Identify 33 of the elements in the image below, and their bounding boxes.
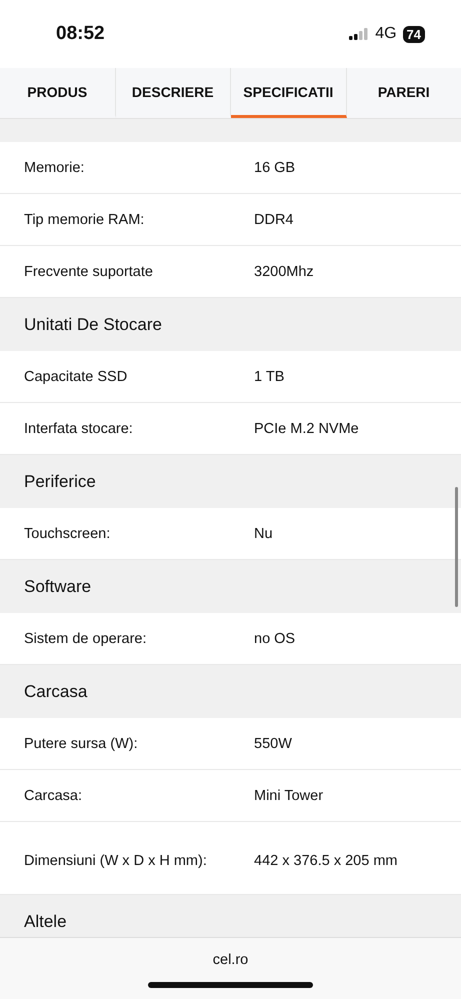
tab[interactable]: PARERI: [346, 68, 461, 118]
spec-label: Touchscreen:: [24, 524, 112, 544]
battery-level: 74: [402, 26, 425, 42]
spec-label: Dimensiuni (W x D x H mm):: [24, 852, 208, 871]
section-title: Carcasa: [24, 682, 88, 702]
spec-value: 16 GB: [254, 160, 296, 176]
network-label: 4G: [375, 25, 397, 43]
domain-label[interactable]: cel.ro: [212, 952, 248, 968]
section-title: Periferice: [24, 472, 96, 492]
spec-value: 1 TB: [254, 368, 286, 384]
spec-value: DDR4: [254, 212, 294, 228]
spec-label: Tip memorie RAM:: [24, 210, 146, 230]
signal-icon: [349, 28, 370, 40]
tab[interactable]: DESCRIERE: [116, 68, 231, 118]
spec-label: Carcasa:: [24, 786, 84, 806]
spec-label: Interfata stocare:: [24, 420, 134, 438]
section-title: Unitati De Stocare: [24, 314, 162, 334]
tab[interactable]: PRODUS: [0, 68, 116, 118]
section-title: Altele: [24, 912, 67, 932]
spec-value: 442 x 376.5 x 205 mm: [254, 853, 398, 869]
spec-label: Putere sursa (W):: [24, 734, 139, 754]
section-title: Software: [24, 576, 92, 596]
spec-value: no OS: [254, 630, 296, 646]
spec-value: Mini Tower: [254, 788, 324, 804]
spec-value: 550W: [254, 736, 293, 752]
status-time: 08:52: [56, 23, 105, 45]
spec-label: Memorie:: [24, 158, 86, 178]
spec-value: PCIe M.2 NVMe: [254, 420, 360, 436]
spec-label: Capacitate SSD: [24, 368, 128, 386]
spec-value: Nu: [254, 526, 274, 542]
spec-label: Sistem de operare:: [24, 630, 148, 648]
spec-label: Frecvente suportate: [24, 262, 154, 282]
spec-value: 3200Mhz: [254, 264, 315, 280]
